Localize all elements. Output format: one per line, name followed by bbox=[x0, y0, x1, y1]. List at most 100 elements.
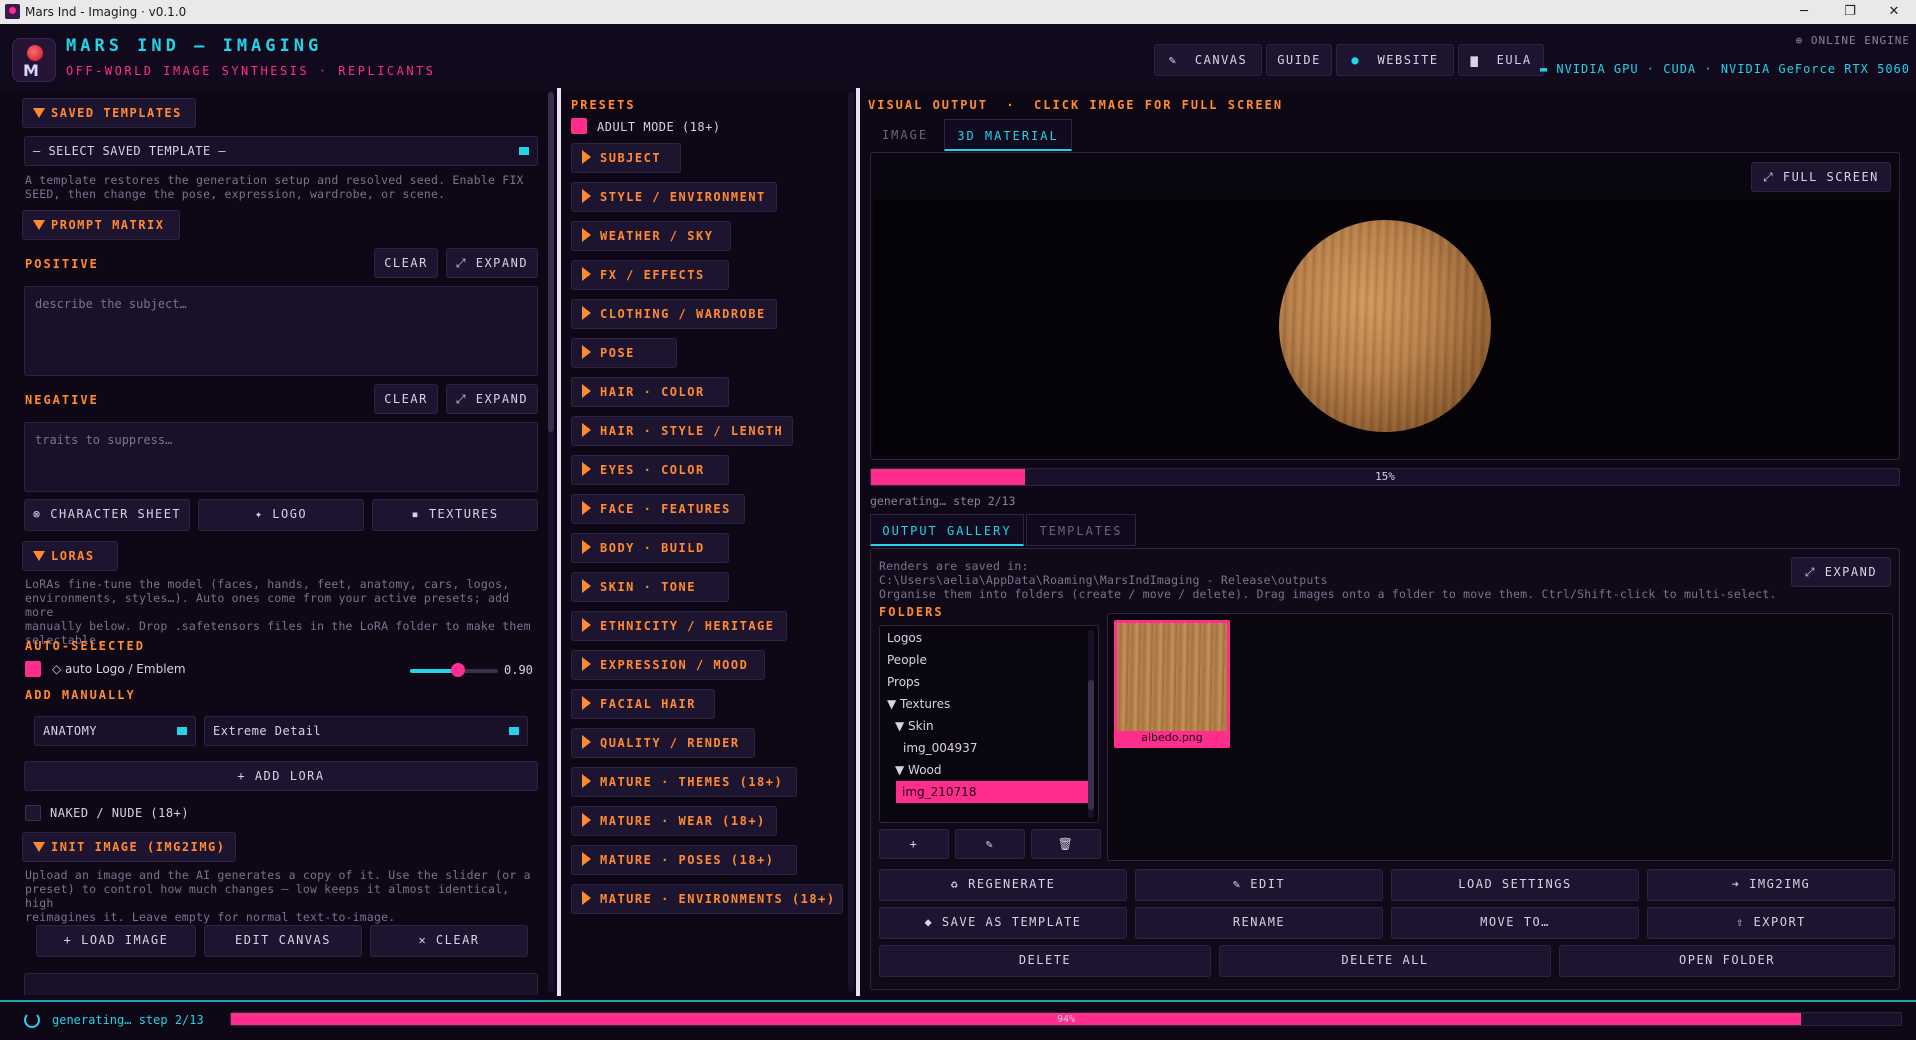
tab-output-gallery[interactable]: OUTPUT GALLERY bbox=[870, 514, 1024, 546]
loras-toggle[interactable]: LORAS bbox=[22, 541, 118, 571]
positive-expand-button[interactable]: ⤢ EXPAND bbox=[446, 248, 538, 278]
lora-weight-slider[interactable] bbox=[410, 663, 498, 677]
eula-button[interactable]: ▆ EULA bbox=[1458, 44, 1544, 76]
folder-wood[interactable]: ▼ Wood bbox=[895, 763, 942, 777]
init-image-toggle[interactable]: INIT IMAGE (IMG2IMG) bbox=[22, 832, 236, 862]
preset-mature-environments-18[interactable]: MATURE · ENVIRONMENTS (18+) bbox=[571, 884, 843, 914]
tab-3d-material[interactable]: 3D MATERIAL bbox=[944, 119, 1072, 151]
panel-divider-right[interactable] bbox=[856, 88, 860, 996]
folder-skin[interactable]: ▼ Skin bbox=[895, 719, 934, 733]
gallery-expand-button[interactable]: ⤢ EXPAND bbox=[1791, 557, 1891, 587]
negative-prompt-input[interactable]: traits to suppress… bbox=[24, 422, 538, 492]
preset-eyes-color[interactable]: EYES · COLOR bbox=[571, 455, 729, 485]
guide-button[interactable]: GUIDE bbox=[1266, 44, 1332, 76]
restore-button[interactable]: ❐ bbox=[1830, 2, 1870, 22]
folder-logos[interactable]: Logos bbox=[887, 631, 922, 645]
preset-quality-render[interactable]: QUALITY / RENDER bbox=[571, 728, 755, 758]
save-as-template-button[interactable]: ◆ SAVE AS TEMPLATE bbox=[879, 907, 1127, 939]
adult-mode-checkbox[interactable] bbox=[571, 118, 587, 134]
folder-item-img-004937[interactable]: img_004937 bbox=[903, 741, 977, 755]
logo-button[interactable]: ✦ LOGO bbox=[198, 499, 364, 531]
website-button[interactable]: ● WEBSITE bbox=[1336, 44, 1454, 76]
dropdown-icon bbox=[519, 147, 529, 155]
load-image-button[interactable]: + LOAD IMAGE bbox=[36, 925, 196, 957]
init-image-help: Upload an image and the AI generates a c… bbox=[25, 868, 531, 924]
preset-body-build[interactable]: BODY · BUILD bbox=[571, 533, 729, 563]
preset-mature-wear-18[interactable]: MATURE · WEAR (18+) bbox=[571, 806, 777, 836]
rename-folder-button[interactable]: ✎ bbox=[955, 829, 1025, 859]
delete-all-button[interactable]: DELETE ALL bbox=[1219, 945, 1551, 977]
tab-templates[interactable]: TEMPLATES bbox=[1026, 514, 1136, 546]
regenerate-button[interactable]: ♻ REGENERATE bbox=[879, 869, 1127, 901]
preset-hair-style-length[interactable]: HAIR · STYLE / LENGTH bbox=[571, 416, 793, 446]
thumbnail-item[interactable]: albedo.png bbox=[1114, 620, 1230, 748]
folder-props[interactable]: Props bbox=[887, 675, 920, 689]
footer-status: generating… step 2/13 bbox=[52, 1013, 204, 1027]
auto-lora-checkbox[interactable] bbox=[25, 661, 41, 677]
folder-item-img-210718[interactable]: img_210718 bbox=[896, 781, 1088, 803]
saved-templates-toggle[interactable]: SAVED TEMPLATES bbox=[22, 98, 196, 128]
preset-facial-hair[interactable]: FACIAL HAIR bbox=[571, 689, 715, 719]
canvas-button[interactable]: ✎ CANVAS bbox=[1154, 44, 1262, 76]
tab-image[interactable]: IMAGE bbox=[868, 119, 942, 151]
minimize-button[interactable]: ─ bbox=[1784, 2, 1824, 22]
panel-divider-left[interactable] bbox=[557, 88, 561, 996]
edit-button[interactable]: ✎ EDIT bbox=[1135, 869, 1383, 901]
positive-clear-button[interactable]: CLEAR bbox=[374, 248, 438, 278]
export-button[interactable]: ⇪ EXPORT bbox=[1647, 907, 1895, 939]
preset-weather-sky[interactable]: WEATHER / SKY bbox=[571, 221, 731, 251]
preset-fx-effects[interactable]: FX / EFFECTS bbox=[571, 260, 729, 290]
preset-mature-themes-18[interactable]: MATURE · THEMES (18+) bbox=[571, 767, 797, 797]
expand-triangle-icon bbox=[582, 657, 591, 671]
preset-pose[interactable]: POSE bbox=[571, 338, 677, 368]
saved-template-select[interactable]: — SELECT SAVED TEMPLATE — bbox=[24, 136, 538, 166]
nude-checkbox[interactable] bbox=[25, 805, 41, 821]
img2img-button[interactable]: ➔ IMG2IMG bbox=[1647, 869, 1895, 901]
preset-style-environment[interactable]: STYLE / ENVIRONMENT bbox=[571, 182, 777, 212]
thumbnail-label: albedo.png bbox=[1141, 731, 1203, 744]
folder-textures[interactable]: ▼ Textures bbox=[887, 697, 950, 711]
folder-tree[interactable]: Logos People Props ▼ Textures ▼ Skin img… bbox=[879, 625, 1099, 823]
preset-face-features[interactable]: FACE · FEATURES bbox=[571, 494, 745, 524]
preset-ethnicity-heritage[interactable]: ETHNICITY / HERITAGE bbox=[571, 611, 787, 641]
folder-people[interactable]: People bbox=[887, 653, 927, 667]
textures-button[interactable]: ▪ TEXTURES bbox=[372, 499, 538, 531]
load-settings-button[interactable]: LOAD SETTINGS bbox=[1391, 869, 1639, 901]
clear-init-button[interactable]: ✕ CLEAR bbox=[370, 925, 528, 957]
positive-prompt-input[interactable]: describe the subject… bbox=[24, 286, 538, 376]
folder-tree-scrollbar[interactable] bbox=[1088, 630, 1094, 818]
fullscreen-button[interactable]: ⤢ FULL SCREEN bbox=[1751, 162, 1891, 192]
close-button[interactable]: ✕ bbox=[1874, 2, 1914, 22]
character-sheet-button[interactable]: ⊗ CHARACTER SHEET bbox=[24, 499, 190, 531]
lora-category-select[interactable]: ANATOMY bbox=[34, 716, 196, 746]
new-folder-button[interactable]: + bbox=[879, 829, 949, 859]
move-to-button[interactable]: MOVE TO… bbox=[1391, 907, 1639, 939]
preset-hair-color[interactable]: HAIR · COLOR bbox=[571, 377, 729, 407]
negative-clear-button[interactable]: CLEAR bbox=[374, 384, 438, 414]
spinner-icon bbox=[24, 1012, 40, 1028]
thumbnail-image[interactable] bbox=[1117, 623, 1227, 731]
presets-scrollbar[interactable] bbox=[848, 92, 854, 992]
delete-button[interactable]: DELETE bbox=[879, 945, 1211, 977]
preset-mature-poses-18[interactable]: MATURE · POSES (18+) bbox=[571, 845, 797, 875]
preset-skin-tone[interactable]: SKIN · TONE bbox=[571, 572, 729, 602]
rename-button[interactable]: RENAME bbox=[1135, 907, 1383, 939]
preset-expression-mood[interactable]: EXPRESSION / MOOD bbox=[571, 650, 765, 680]
open-folder-button[interactable]: OPEN FOLDER bbox=[1559, 945, 1895, 977]
thumbnail-grid[interactable]: albedo.png bbox=[1107, 613, 1893, 861]
output-viewport[interactable]: ⤢ FULL SCREEN bbox=[870, 152, 1900, 460]
render-progress-bar: 15% bbox=[870, 468, 1900, 486]
negative-expand-button[interactable]: ⤢ EXPAND bbox=[446, 384, 538, 414]
preset-subject[interactable]: SUBJECT bbox=[571, 143, 681, 173]
add-lora-button[interactable]: + ADD LORA bbox=[24, 761, 538, 791]
lora-name-select[interactable]: Extreme Detail bbox=[204, 716, 528, 746]
edit-canvas-button[interactable]: EDIT CANVAS bbox=[204, 925, 362, 957]
preset-clothing-wardrobe[interactable]: CLOTHING / WARDROBE bbox=[571, 299, 777, 329]
init-image-drop-area[interactable] bbox=[24, 973, 538, 995]
delete-folder-button[interactable]: 🗑 bbox=[1031, 829, 1101, 859]
material-sphere-preview[interactable] bbox=[1279, 220, 1491, 432]
expand-triangle-icon bbox=[582, 774, 591, 788]
left-panel-scrollbar[interactable] bbox=[548, 92, 554, 992]
lora-weight-handle[interactable] bbox=[451, 663, 466, 677]
prompt-matrix-toggle[interactable]: PROMPT MATRIX bbox=[22, 210, 180, 240]
